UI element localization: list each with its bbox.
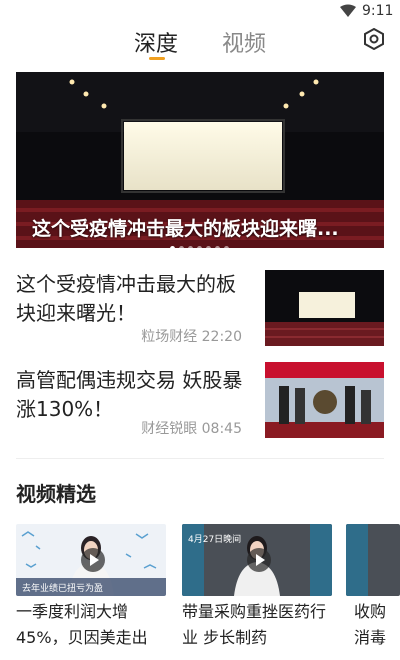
section-divider bbox=[16, 458, 384, 459]
news-title: 这个受疫情冲击最大的板块迎来曙光！ bbox=[16, 272, 236, 325]
news-item[interactable]: 高管配偶违规交易 妖股暴涨130%！ 财经锐眼 08:45 bbox=[16, 362, 384, 440]
banner-carousel[interactable]: 这个受疫情冲击最大的板块迎来曙... bbox=[16, 72, 384, 248]
status-bar: 9:11 bbox=[0, 0, 400, 24]
video-thumbnail: 去年业绩已扭亏为盈 bbox=[16, 524, 166, 596]
settings-icon[interactable] bbox=[363, 28, 385, 50]
status-time: 9:11 bbox=[362, 3, 394, 19]
top-tab-bar: 深度 视频 bbox=[0, 22, 400, 66]
carousel-dot bbox=[224, 246, 229, 251]
news-thumbnail bbox=[265, 362, 384, 438]
carousel-dots bbox=[170, 236, 233, 251]
video-card[interactable]: 去年业绩已扭亏为盈 一季度利润大增45%，贝因美走出 bbox=[16, 524, 166, 660]
section-title: 视频精选 bbox=[16, 482, 96, 506]
tab-depth[interactable]: 深度 bbox=[134, 26, 178, 58]
carousel-dot bbox=[170, 246, 175, 251]
news-meta: 财经锐眼 08:45 bbox=[141, 421, 242, 437]
wifi-icon bbox=[340, 4, 356, 17]
carousel-dot bbox=[188, 246, 193, 251]
carousel-dot bbox=[197, 246, 202, 251]
news-item[interactable]: 这个受疫情冲击最大的板块迎来曙光！ 粒场财经 22:20 bbox=[16, 270, 384, 348]
video-thumb-caption: 4月27日晚间 bbox=[188, 535, 242, 545]
carousel-dot bbox=[215, 246, 220, 251]
video-card[interactable]: 收购消毒 bbox=[346, 524, 400, 660]
tab-video[interactable]: 视频 bbox=[222, 26, 266, 58]
play-icon bbox=[247, 548, 271, 572]
video-title: 带量采购重挫医药行业 步长制药 bbox=[182, 602, 327, 647]
play-icon bbox=[81, 548, 105, 572]
carousel-dot bbox=[206, 246, 211, 251]
carousel-dot bbox=[179, 246, 184, 251]
video-title: 收购消毒 bbox=[354, 602, 387, 647]
video-card[interactable]: 4月27日晚间 带量采购重挫医药行业 步长制药 bbox=[182, 524, 332, 660]
video-thumbnail bbox=[346, 524, 400, 596]
news-title: 高管配偶违规交易 妖股暴涨130%！ bbox=[16, 368, 243, 421]
video-thumb-caption: 去年业绩已扭亏为盈 bbox=[22, 584, 104, 594]
news-thumbnail bbox=[265, 270, 384, 346]
news-meta: 粒场财经 22:20 bbox=[141, 329, 242, 345]
video-thumbnail: 4月27日晚间 bbox=[182, 524, 332, 596]
tab-active-indicator bbox=[149, 57, 165, 60]
video-title: 一季度利润大增45%，贝因美走出 bbox=[16, 602, 148, 647]
